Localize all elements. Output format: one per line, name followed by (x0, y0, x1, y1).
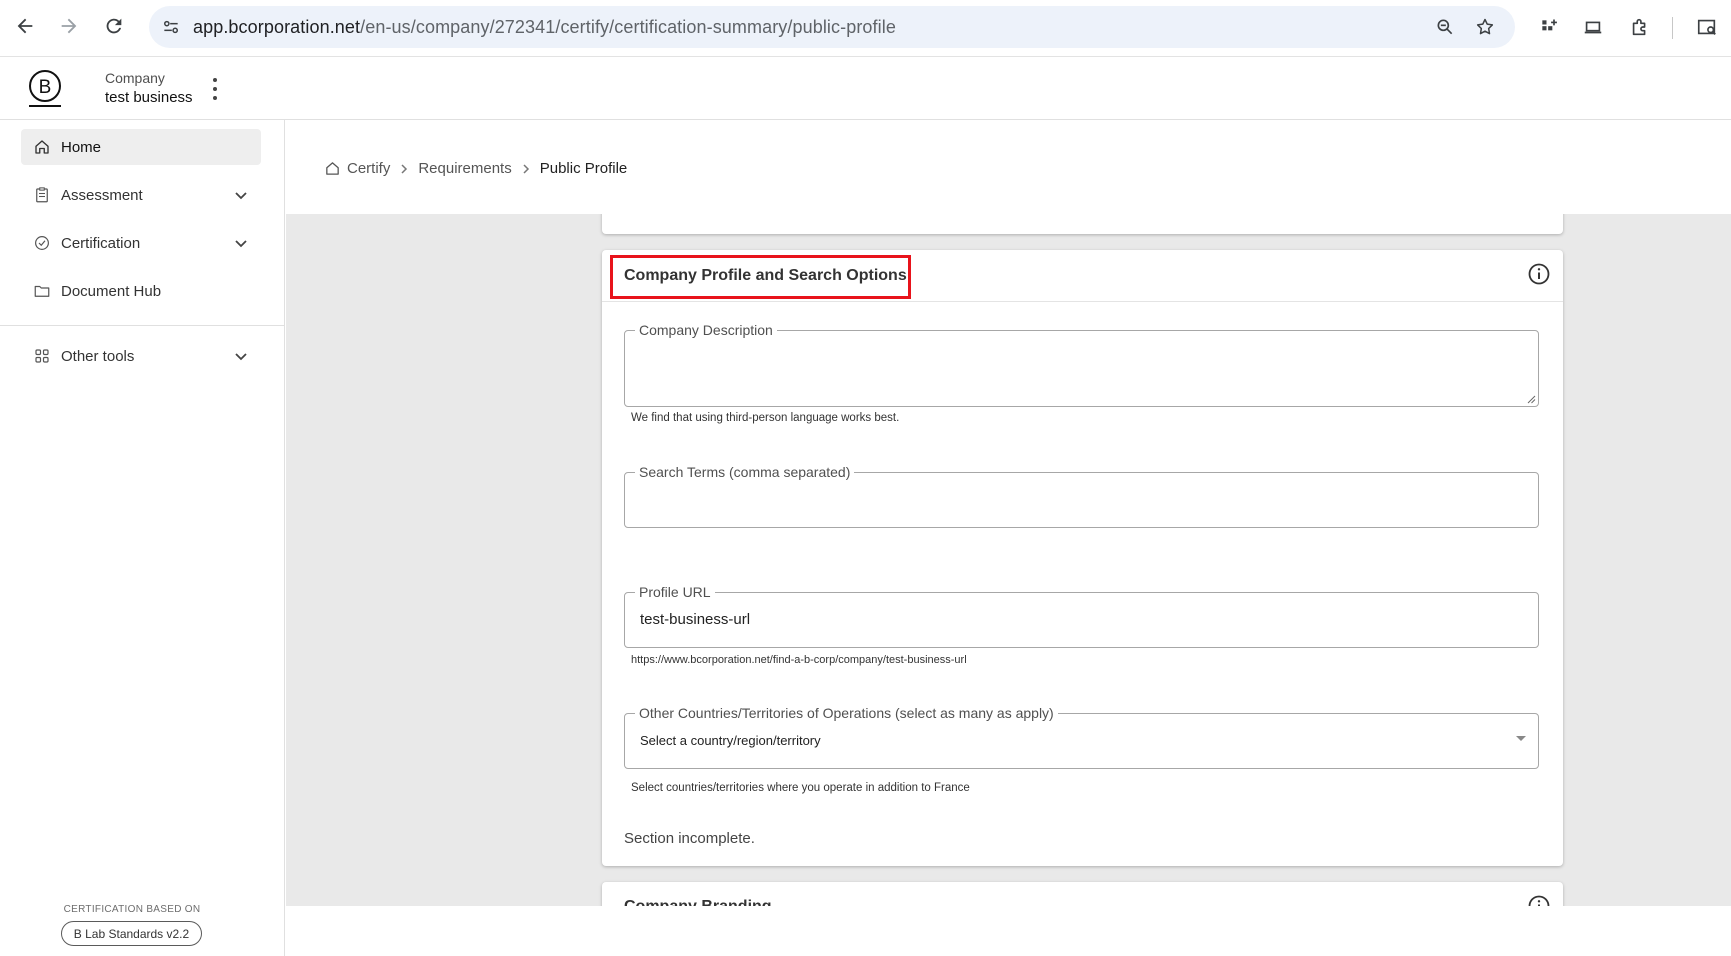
company-description-field[interactable]: Company Description (624, 322, 1539, 407)
reload-button[interactable] (100, 12, 128, 40)
chevron-right-icon (523, 163, 529, 174)
field-label: Company Description (635, 322, 777, 338)
chevron-down-icon (235, 240, 247, 248)
breadcrumb-public-profile: Public Profile (539, 160, 628, 177)
card-header: Company Profile and Search Options (602, 250, 1563, 302)
tab-search-icon[interactable] (1694, 14, 1720, 40)
arrow-right-icon (61, 18, 77, 34)
browser-toolbar: app.bcorporation.net/en-us/company/27234… (0, 0, 1731, 57)
reload-icon (106, 18, 122, 34)
countries-select[interactable]: Other Countries/Territories of Operation… (624, 705, 1539, 769)
company-branding-card: Company Branding (602, 882, 1563, 906)
bookmark-star-icon[interactable] (1473, 15, 1497, 39)
sidebar-item-assessment[interactable]: Assessment (21, 177, 261, 213)
breadcrumb-requirements[interactable]: Requirements (418, 160, 511, 177)
more-vert-dot (213, 86, 217, 91)
company-label: Company (105, 70, 165, 86)
folder-icon (33, 282, 51, 300)
extensions-puzzle-icon[interactable] (1627, 14, 1653, 40)
chevron-right-icon (401, 163, 408, 174)
countries-helper-text: Select countries/territories where you o… (631, 782, 970, 794)
clipboard-icon (33, 186, 51, 204)
url-text[interactable]: app.bcorporation.net/en-us/company/27234… (193, 17, 896, 38)
profile-url-input[interactable]: test-business-url (640, 611, 750, 628)
sidebar-item-label: Home (61, 138, 102, 156)
apps-grid-icon (33, 347, 51, 365)
url-path: /en-us/company/272341/certify/certificat… (360, 17, 896, 37)
extension-grid-icon[interactable] (1536, 14, 1562, 40)
standards-badge[interactable]: B Lab Standards v2.2 (61, 921, 202, 946)
sidebar-item-label: Certification (61, 234, 141, 252)
certification-based-caption: CERTIFICATION BASED ON (63, 904, 201, 915)
home-icon[interactable] (324, 160, 341, 177)
resize-handle-icon[interactable] (1526, 394, 1536, 404)
chevron-down-icon (235, 192, 247, 200)
sidebar-item-label: Assessment (61, 186, 143, 204)
sidebar-item-label: Other tools (61, 347, 135, 365)
main-content: Certify Requirements Public Profile Comp… (286, 120, 1731, 906)
svg-text:B: B (39, 77, 52, 98)
badge-check-icon (33, 234, 51, 252)
address-bar[interactable]: app.bcorporation.net/en-us/company/27234… (149, 6, 1515, 48)
breadcrumb: Certify Requirements Public Profile (324, 160, 627, 177)
sidebar: Home Assessment Certification Document H… (0, 120, 285, 956)
zoom-icon[interactable] (1433, 15, 1457, 39)
arrow-left-icon (17, 18, 33, 34)
section-title: Company Profile and Search Options (624, 267, 907, 284)
sidebar-item-document-hub[interactable]: Document Hub (21, 273, 261, 309)
back-button[interactable] (11, 12, 39, 40)
breadcrumb-certify[interactable]: Certify (347, 160, 390, 177)
search-terms-field[interactable]: Search Terms (comma separated) (624, 464, 1539, 528)
b-corp-logo[interactable]: B (27, 68, 63, 108)
profile-url-field[interactable]: Profile URL test-business-url (624, 584, 1539, 648)
forward-button[interactable] (55, 12, 83, 40)
laptop-icon[interactable] (1580, 14, 1606, 40)
dropdown-arrow-icon (1516, 736, 1526, 741)
sidebar-item-label: Document Hub (61, 282, 162, 300)
app-header: B Company test business (0, 57, 1731, 120)
sidebar-item-home[interactable]: Home (21, 129, 261, 165)
breadcrumb-bar: Certify Requirements Public Profile (286, 120, 1731, 214)
section-status: Section incomplete. (624, 830, 755, 847)
countries-selected-value: Select a country/region/territory (640, 733, 821, 748)
page-bottom-area (286, 906, 1731, 956)
more-vert-icon (213, 77, 217, 82)
field-label: Profile URL (635, 584, 715, 600)
more-vert-dot (213, 96, 217, 101)
url-host: app.bcorporation.net (193, 17, 361, 37)
sidebar-item-certification[interactable]: Certification (21, 225, 261, 261)
description-helper-text: We find that using third-person language… (631, 412, 900, 424)
next-section-title: Company Branding (624, 898, 772, 906)
chevron-down-icon (235, 353, 247, 361)
site-settings-icon[interactable] (159, 15, 183, 39)
company-name: test business (105, 89, 193, 106)
company-profile-card: Company Profile and Search Options Compa… (602, 250, 1563, 866)
home-icon (33, 138, 51, 156)
field-label: Other Countries/Territories of Operation… (635, 705, 1058, 721)
sidebar-item-other-tools[interactable]: Other tools (21, 338, 261, 374)
profile-url-helper-text: https://www.bcorporation.net/find-a-b-co… (631, 654, 967, 666)
info-icon[interactable] (1527, 894, 1551, 906)
info-icon[interactable] (1527, 262, 1551, 286)
toolbar-separator (1672, 17, 1673, 39)
company-menu-button[interactable] (205, 75, 225, 103)
sidebar-divider (0, 325, 285, 326)
field-label: Search Terms (comma separated) (635, 464, 855, 480)
